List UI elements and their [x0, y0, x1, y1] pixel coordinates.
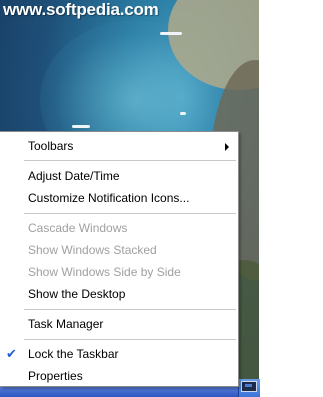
- menu-item-label: Show Windows Stacked: [28, 243, 157, 257]
- wallpaper-boat: [180, 112, 186, 115]
- menu-item-show-windows-stacked: Show Windows Stacked: [0, 239, 238, 261]
- menu-item-toolbars[interactable]: Toolbars: [0, 135, 238, 157]
- wallpaper-boat: [72, 125, 90, 128]
- menu-item-adjust-date-time[interactable]: Adjust Date/Time: [0, 165, 238, 187]
- menu-item-customize-notification-icons[interactable]: Customize Notification Icons...: [0, 187, 238, 209]
- wallpaper-boat: [160, 32, 182, 35]
- menu-item-label: Properties: [28, 369, 83, 383]
- menu-separator: [24, 309, 236, 310]
- menu-item-lock-the-taskbar[interactable]: ✔ Lock the Taskbar: [0, 343, 238, 365]
- menu-separator: [24, 160, 236, 161]
- tray-network-icon[interactable]: [241, 381, 257, 392]
- menu-item-show-windows-side-by-side: Show Windows Side by Side: [0, 261, 238, 283]
- menu-item-label: Lock the Taskbar: [28, 347, 119, 361]
- menu-item-show-the-desktop[interactable]: Show the Desktop: [0, 283, 238, 305]
- taskbar[interactable]: [0, 386, 259, 397]
- checkmark-icon: ✔: [6, 346, 17, 361]
- chevron-right-icon: [225, 143, 229, 151]
- menu-separator: [24, 213, 236, 214]
- menu-separator: [24, 339, 236, 340]
- taskbar-context-menu: Toolbars Adjust Date/Time Customize Noti…: [0, 131, 239, 387]
- menu-item-properties[interactable]: Properties: [0, 365, 238, 387]
- menu-item-label: Cascade Windows: [28, 221, 128, 235]
- menu-item-label: Show the Desktop: [28, 287, 126, 301]
- menu-item-task-manager[interactable]: Task Manager: [0, 313, 238, 335]
- menu-item-label: Adjust Date/Time: [28, 169, 120, 183]
- softpedia-watermark: www.softpedia.com: [3, 0, 159, 19]
- menu-item-cascade-windows: Cascade Windows: [0, 217, 238, 239]
- menu-item-label: Toolbars: [28, 139, 74, 153]
- menu-item-label: Show Windows Side by Side: [28, 265, 181, 279]
- menu-item-label: Customize Notification Icons...: [28, 191, 190, 205]
- menu-item-label: Task Manager: [28, 317, 104, 331]
